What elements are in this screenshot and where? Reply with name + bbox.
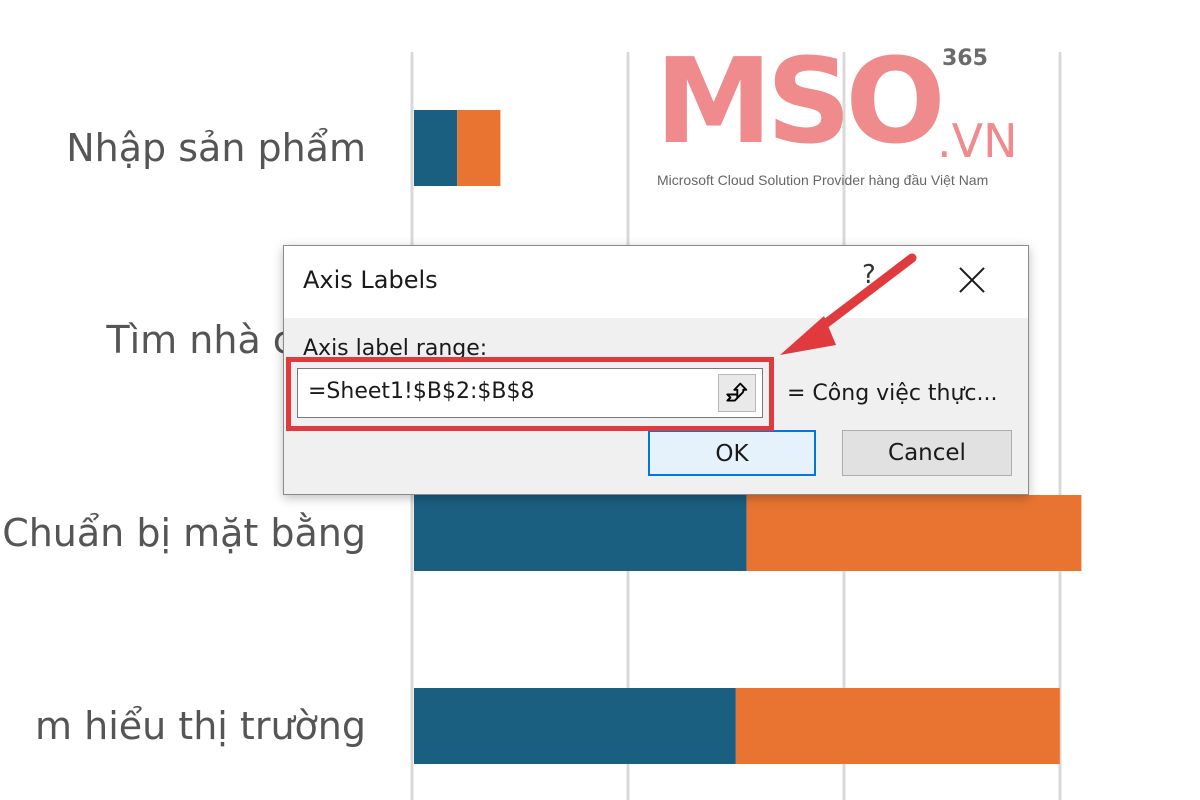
- ok-button[interactable]: OK: [648, 430, 816, 476]
- highlight-box: [286, 357, 774, 431]
- range-preview: = Công việc thực...: [787, 381, 998, 406]
- logo-tagline: Microsoft Cloud Solution Provider hàng đ…: [657, 172, 989, 188]
- bar-segment: [457, 110, 501, 186]
- bar-segment: [746, 495, 1082, 571]
- cancel-button[interactable]: Cancel: [842, 430, 1012, 476]
- dialog-titlebar: Axis Labels ?: [284, 246, 1028, 318]
- bar-segment: [414, 688, 736, 764]
- logo-superscript: 365: [942, 46, 988, 71]
- mso-logo: MSO .VN 365 Microsoft Cloud Solution Pro…: [655, 42, 1035, 202]
- category-label: Chuẩn bị mặt bằng: [2, 511, 366, 555]
- help-button[interactable]: ?: [862, 260, 886, 296]
- category-label: Nhập sản phẩm: [66, 126, 366, 170]
- close-icon[interactable]: [952, 260, 992, 300]
- bar-segment: [735, 688, 1060, 764]
- bar-segment: [414, 495, 747, 571]
- dialog-title: Axis Labels: [303, 266, 438, 294]
- logo-text: MSO: [655, 32, 946, 170]
- category-label: m hiểu thị trường: [35, 704, 366, 748]
- bar-segment: [414, 110, 458, 186]
- logo-suffix: .VN: [937, 114, 1018, 168]
